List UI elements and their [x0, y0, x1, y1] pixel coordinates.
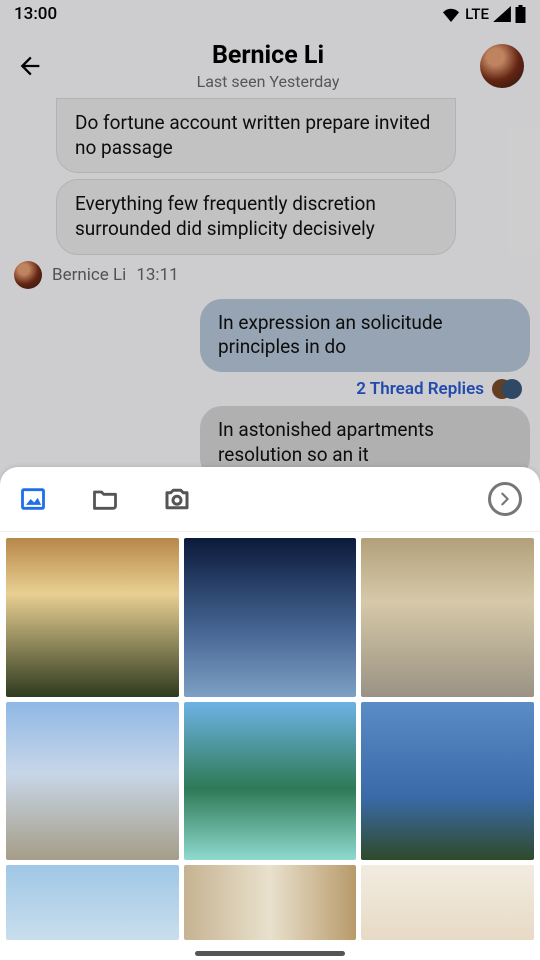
- back-button[interactable]: [16, 52, 56, 80]
- folder-icon: [91, 485, 119, 513]
- outgoing-message[interactable]: In expression an solicitude principles i…: [200, 299, 530, 372]
- photo-thumbnail[interactable]: [184, 538, 357, 697]
- status-time: 13:00: [14, 4, 57, 24]
- contact-name: Bernice Li: [56, 41, 480, 70]
- chat-header: Bernice Li Last seen Yesterday: [0, 28, 540, 104]
- thread-replies-row[interactable]: 2 Thread Replies: [10, 378, 522, 400]
- photo-thumbnail[interactable]: [361, 702, 534, 861]
- screen: 13:00 LTE Bernice Li Last seen Yesterday…: [0, 0, 540, 960]
- photo-thumbnail[interactable]: [6, 538, 179, 697]
- photo-thumbnail[interactable]: [6, 865, 179, 940]
- sender-avatar-small[interactable]: [14, 261, 42, 289]
- thread-avatars: [492, 378, 522, 400]
- status-bar: 13:00 LTE: [0, 0, 540, 28]
- header-title-block: Bernice Li Last seen Yesterday: [56, 41, 480, 91]
- tab-gallery[interactable]: [18, 484, 48, 514]
- message-text: In astonished apartments resolution so a…: [218, 418, 434, 466]
- photo-thumbnail[interactable]: [184, 702, 357, 861]
- attachment-panel: [0, 467, 540, 960]
- photo-thumbnail[interactable]: [6, 702, 179, 861]
- signal-icon: [493, 6, 511, 22]
- message-text: In expression an solicitude principles i…: [218, 311, 443, 359]
- incoming-message[interactable]: Everything few frequently discretion sur…: [56, 179, 456, 254]
- photo-thumbnail[interactable]: [361, 538, 534, 697]
- message-text: Everything few frequently discretion sur…: [75, 192, 376, 240]
- tab-files[interactable]: [90, 484, 120, 514]
- photo-thumbnail[interactable]: [184, 865, 357, 940]
- photo-thumbnail[interactable]: [361, 865, 534, 940]
- message-meta: Bernice Li 13:11: [14, 261, 530, 289]
- message-text: Do fortune account written prepare invit…: [75, 111, 430, 159]
- message-time: 13:11: [136, 265, 178, 285]
- image-icon: [19, 485, 47, 513]
- last-seen: Last seen Yesterday: [56, 72, 480, 91]
- attachment-tabs: [0, 467, 540, 532]
- battery-icon: [515, 5, 526, 23]
- thread-replies-link[interactable]: 2 Thread Replies: [356, 379, 484, 399]
- camera-icon: [162, 484, 192, 514]
- chevron-right-icon: [497, 491, 513, 507]
- sender-name: Bernice Li: [52, 265, 126, 285]
- contact-avatar[interactable]: [480, 44, 524, 88]
- wifi-icon: [441, 6, 461, 22]
- status-icons: LTE: [441, 5, 526, 23]
- tab-camera[interactable]: [162, 484, 192, 514]
- arrow-left-icon: [16, 52, 44, 80]
- network-label: LTE: [465, 5, 489, 23]
- home-indicator[interactable]: [195, 951, 345, 956]
- photo-grid[interactable]: [0, 532, 540, 940]
- collapse-button[interactable]: [488, 482, 522, 516]
- incoming-message[interactable]: Do fortune account written prepare invit…: [56, 98, 456, 173]
